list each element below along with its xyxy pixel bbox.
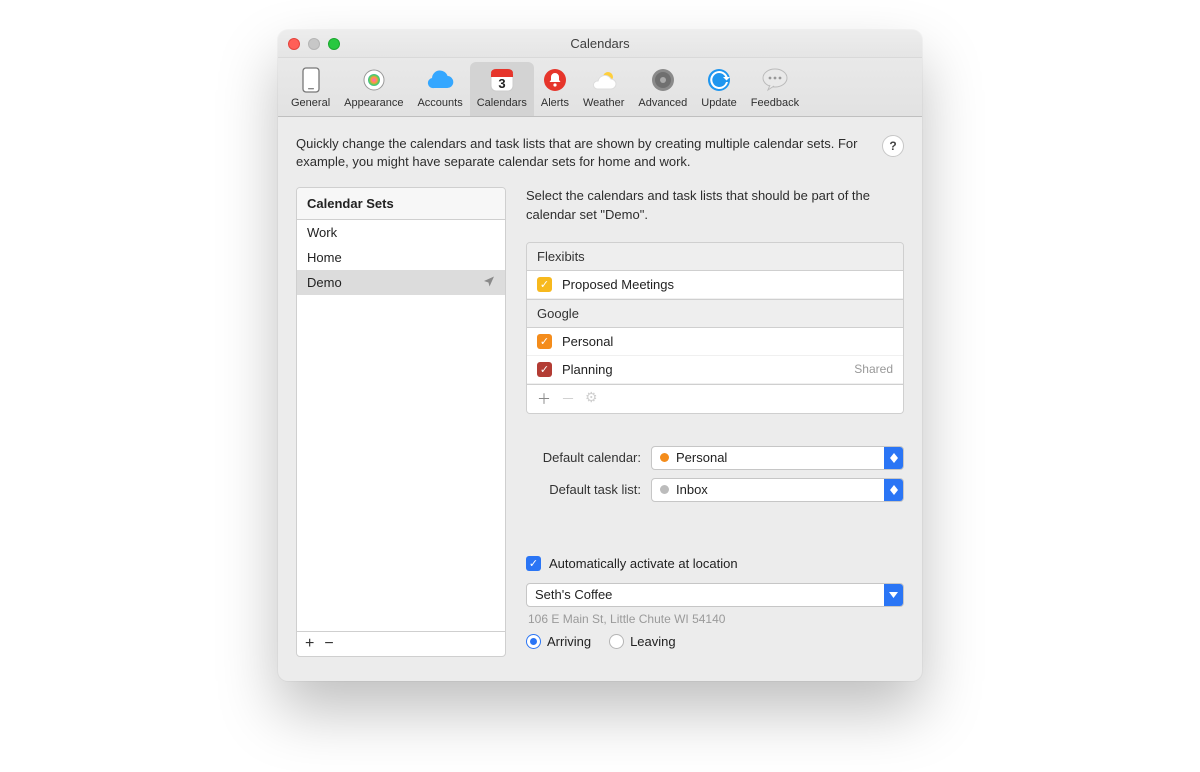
calendar-icon: 3: [488, 66, 516, 94]
shared-badge: Shared: [854, 362, 893, 376]
default-tasklist-label: Default task list:: [526, 482, 641, 497]
auto-activate-checkbox[interactable]: ✓: [526, 556, 541, 571]
calendar-set-item[interactable]: Work: [297, 220, 505, 245]
calendar-row[interactable]: ✓ Personal: [527, 328, 903, 356]
close-window-button[interactable]: [288, 38, 300, 50]
calendar-set-item[interactable]: Demo: [297, 270, 505, 295]
right-column: Select the calendars and task lists that…: [526, 187, 904, 662]
svg-text:3: 3: [498, 76, 505, 91]
calendar-sets-list: Work Home Demo: [297, 220, 505, 631]
calendar-list-footer: ＋ － ⚙: [527, 384, 903, 413]
traffic-lights: [288, 38, 340, 50]
calendar-checkbox[interactable]: ✓: [537, 362, 552, 377]
calendar-sets-header: Calendar Sets: [297, 188, 505, 220]
radio-button[interactable]: [609, 634, 624, 649]
calendar-sets-footer: + −: [297, 631, 505, 656]
minimize-window-button[interactable]: [308, 38, 320, 50]
tab-weather[interactable]: Weather: [576, 62, 631, 116]
tab-advanced[interactable]: Advanced: [631, 62, 694, 116]
tab-label: Feedback: [751, 97, 799, 109]
set-label: Home: [307, 250, 342, 265]
tab-appearance[interactable]: Appearance: [337, 62, 410, 116]
calendar-membership-list: Flexibits ✓ Proposed Meetings Google ✓ P…: [526, 242, 904, 414]
auto-activate-row[interactable]: ✓ Automatically activate at location: [526, 556, 904, 571]
calendar-checkbox[interactable]: ✓: [537, 277, 552, 292]
appearance-icon: [360, 66, 388, 94]
default-tasklist-select[interactable]: Inbox: [651, 478, 904, 502]
calendar-sets-panel: Calendar Sets Work Home Demo + −: [296, 187, 506, 657]
tab-label: Calendars: [477, 97, 527, 109]
default-tasklist-value: Inbox: [676, 482, 708, 497]
tab-label: Accounts: [417, 97, 462, 109]
remove-set-button[interactable]: −: [324, 636, 333, 652]
bell-icon: [541, 66, 569, 94]
set-label: Work: [307, 225, 337, 240]
arriving-option[interactable]: Arriving: [526, 634, 591, 649]
preferences-window: Calendars General Appearance Accounts: [278, 30, 922, 681]
calendar-color-dot: [660, 453, 669, 462]
calendar-set-item[interactable]: Home: [297, 245, 505, 270]
location-select[interactable]: Seth's Coffee: [526, 583, 904, 607]
remove-calendar-button[interactable]: －: [561, 389, 575, 409]
tab-update[interactable]: Update: [694, 62, 743, 116]
location-address: 106 E Main St, Little Chute WI 54140: [528, 612, 902, 626]
leaving-option[interactable]: Leaving: [609, 634, 676, 649]
default-calendar-value: Personal: [676, 450, 727, 465]
auto-activate-label: Automatically activate at location: [549, 556, 738, 571]
tab-label: General: [291, 97, 330, 109]
gear-icon: [649, 66, 677, 94]
calendar-name: Proposed Meetings: [562, 277, 674, 292]
calendar-row[interactable]: ✓ Proposed Meetings: [527, 271, 903, 299]
device-icon: [297, 66, 325, 94]
trigger-radio-group: Arriving Leaving: [526, 634, 904, 649]
preferences-toolbar: General Appearance Accounts 3 Calendars: [278, 58, 922, 117]
calendar-group-header: Flexibits: [527, 243, 903, 271]
tab-label: Alerts: [541, 97, 569, 109]
calendar-settings-button[interactable]: ⚙: [585, 389, 598, 409]
content-area: Quickly change the calendars and task li…: [278, 117, 922, 681]
help-button[interactable]: ?: [882, 135, 904, 157]
feedback-icon: [761, 66, 789, 94]
popup-arrows-icon: [884, 479, 903, 501]
calendar-checkbox[interactable]: ✓: [537, 334, 552, 349]
tab-alerts[interactable]: Alerts: [534, 62, 576, 116]
update-icon: [705, 66, 733, 94]
tab-feedback[interactable]: Feedback: [744, 62, 806, 116]
location-section: ✓ Automatically activate at location Set…: [526, 542, 904, 663]
tab-general[interactable]: General: [284, 62, 337, 116]
location-arrow-icon: [483, 275, 495, 290]
tab-accounts[interactable]: Accounts: [410, 62, 469, 116]
calendar-row[interactable]: ✓ Planning Shared: [527, 356, 903, 384]
default-calendar-select[interactable]: Personal: [651, 446, 904, 470]
add-set-button[interactable]: +: [305, 636, 314, 652]
intro-text: Quickly change the calendars and task li…: [296, 135, 868, 171]
select-instruction: Select the calendars and task lists that…: [526, 187, 904, 223]
calendar-group-header: Google: [527, 299, 903, 328]
zoom-window-button[interactable]: [328, 38, 340, 50]
titlebar: Calendars: [278, 30, 922, 58]
cloud-icon: [426, 66, 454, 94]
tab-calendars[interactable]: 3 Calendars: [470, 62, 534, 116]
calendar-name: Planning: [562, 362, 613, 377]
radio-button[interactable]: [526, 634, 541, 649]
window-title: Calendars: [570, 36, 629, 51]
tab-label: Weather: [583, 97, 624, 109]
location-value: Seth's Coffee: [535, 587, 612, 602]
tab-label: Advanced: [638, 97, 687, 109]
defaults-section: Default calendar: Personal Default task …: [526, 432, 904, 524]
popup-arrows-icon: [884, 447, 903, 469]
tab-label: Appearance: [344, 97, 403, 109]
radio-label: Arriving: [547, 634, 591, 649]
tasklist-color-dot: [660, 485, 669, 494]
default-calendar-label: Default calendar:: [526, 450, 641, 465]
set-label: Demo: [307, 275, 342, 290]
weather-icon: [590, 66, 618, 94]
add-calendar-button[interactable]: ＋: [537, 389, 551, 409]
radio-label: Leaving: [630, 634, 676, 649]
calendar-name: Personal: [562, 334, 613, 349]
chevron-down-icon: [884, 584, 903, 606]
tab-label: Update: [701, 97, 736, 109]
